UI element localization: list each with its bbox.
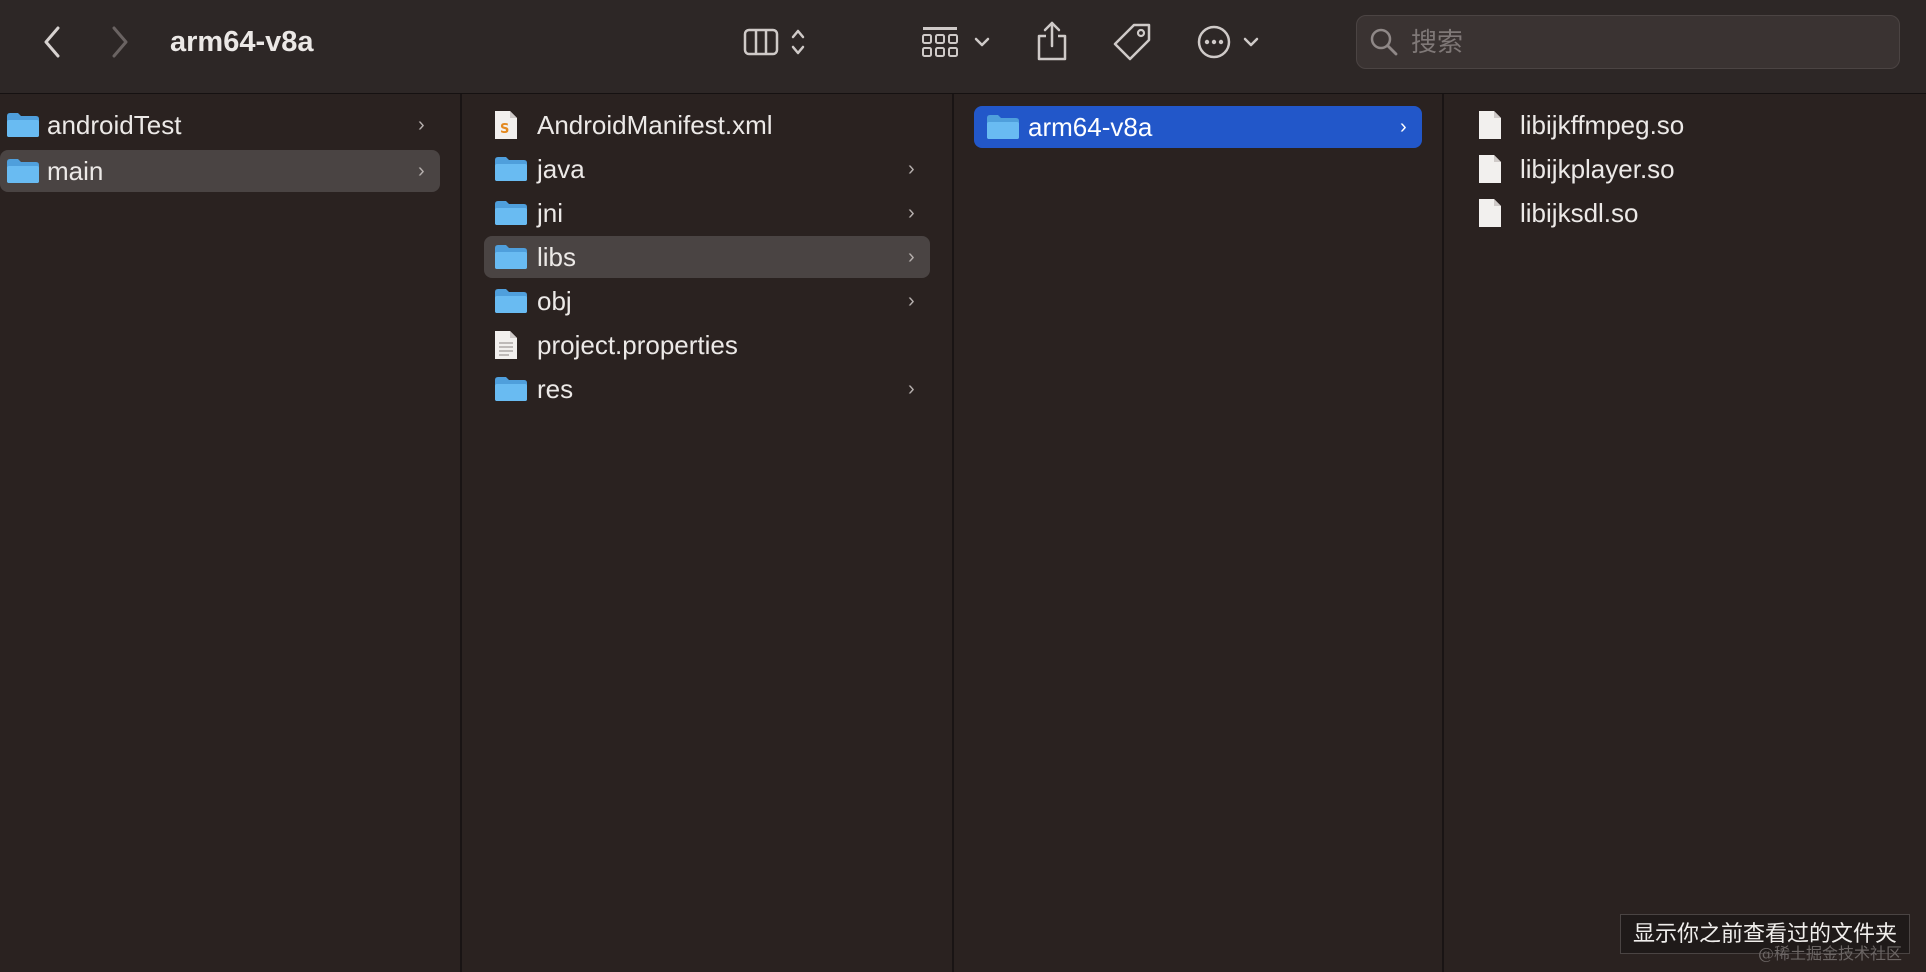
list-item-libijksdl[interactable]: libijksdl.so: [1474, 192, 1894, 234]
tag-button[interactable]: [1110, 20, 1154, 64]
list-item-project-properties[interactable]: project.properties: [484, 324, 930, 366]
list-item-label: androidTest: [47, 110, 182, 140]
list-item-res[interactable]: res ›: [484, 368, 930, 410]
watermark: @稀土掘金技术社区: [1758, 944, 1903, 963]
folder-icon: [7, 159, 39, 183]
text-file-icon: [495, 331, 517, 359]
forward-button[interactable]: [102, 20, 138, 64]
list-item-label: res: [537, 374, 574, 404]
browser-column-2[interactable]: S AndroidManifest.xml java › jni › libs …: [462, 94, 954, 972]
chevron-right-icon: ›: [908, 158, 915, 180]
chevron-right-icon: ›: [908, 290, 915, 312]
list-item-libs[interactable]: libs ›: [484, 236, 930, 278]
list-item-java[interactable]: java ›: [484, 148, 930, 190]
xml-file-icon: S: [495, 111, 517, 139]
chevron-right-icon: ›: [1400, 116, 1407, 138]
browser-column-3[interactable]: arm64-v8a ›: [954, 94, 1444, 972]
view-mode-button[interactable]: [742, 20, 816, 64]
window-title: arm64-v8a: [170, 26, 314, 58]
share-icon: [1037, 21, 1067, 61]
list-item-label: java: [537, 154, 585, 184]
list-item-label: jni: [537, 198, 564, 228]
file-icon: [1479, 199, 1501, 227]
folder-icon: [495, 377, 527, 401]
list-item-libijkplayer[interactable]: libijkplayer.so: [1474, 148, 1894, 190]
back-button[interactable]: [34, 20, 70, 64]
toolbar: arm64-v8a 搜索: [0, 0, 1926, 94]
list-item-label: arm64-v8a: [1028, 112, 1153, 142]
search-field[interactable]: 搜索: [1356, 15, 1900, 69]
browser-column-4[interactable]: libijkffmpeg.so libijkplayer.so libijksd…: [1444, 94, 1926, 972]
list-item-androidTest[interactable]: androidTest ›: [0, 104, 440, 146]
folder-icon: [7, 113, 39, 137]
list-item-label: AndroidManifest.xml: [537, 110, 773, 140]
ellipsis-circle-icon: [1197, 25, 1259, 59]
folder-icon: [495, 245, 527, 269]
chevron-right-icon: ›: [908, 246, 915, 268]
chevron-right-icon: [112, 26, 128, 58]
folder-icon: [495, 289, 527, 313]
chevron-right-icon: ›: [908, 202, 915, 224]
column-view-icon: [743, 28, 805, 56]
list-item-label: libs: [537, 242, 577, 272]
list-item-obj[interactable]: obj ›: [484, 280, 930, 322]
search-icon: [1370, 28, 1398, 56]
list-item-label: main: [47, 156, 104, 186]
folder-icon: [495, 157, 527, 181]
chevron-left-icon: [44, 26, 60, 58]
folder-icon: [495, 201, 527, 225]
list-item-label: libijkffmpeg.so: [1520, 110, 1685, 140]
list-item-label: libijkplayer.so: [1520, 154, 1675, 184]
file-icon: [1479, 111, 1501, 139]
list-item-label: project.properties: [537, 330, 738, 360]
search-placeholder: 搜索: [1411, 27, 1464, 57]
list-item-main[interactable]: main ›: [0, 150, 440, 192]
browser-column-1[interactable]: androidTest › main ›: [0, 94, 462, 972]
list-item-arm64-v8a[interactable]: arm64-v8a ›: [974, 106, 1422, 148]
grid-icon: [922, 27, 990, 57]
list-item-label: obj: [537, 286, 572, 316]
chevron-right-icon: ›: [418, 160, 425, 182]
list-item-libijkffmpeg[interactable]: libijkffmpeg.so: [1474, 104, 1894, 146]
group-button[interactable]: [920, 20, 994, 64]
folder-icon: [987, 115, 1019, 139]
list-item-androidmanifest[interactable]: S AndroidManifest.xml: [484, 104, 930, 146]
svg-text:S: S: [500, 122, 509, 137]
file-icon: [1479, 155, 1501, 183]
tag-icon: [1113, 23, 1151, 61]
list-item-jni[interactable]: jni ›: [484, 192, 930, 234]
list-item-label: libijksdl.so: [1520, 198, 1639, 228]
chevron-right-icon: ›: [908, 378, 915, 400]
chevron-right-icon: ›: [418, 114, 425, 136]
more-actions-button[interactable]: [1194, 20, 1268, 64]
share-button[interactable]: [1032, 18, 1072, 64]
